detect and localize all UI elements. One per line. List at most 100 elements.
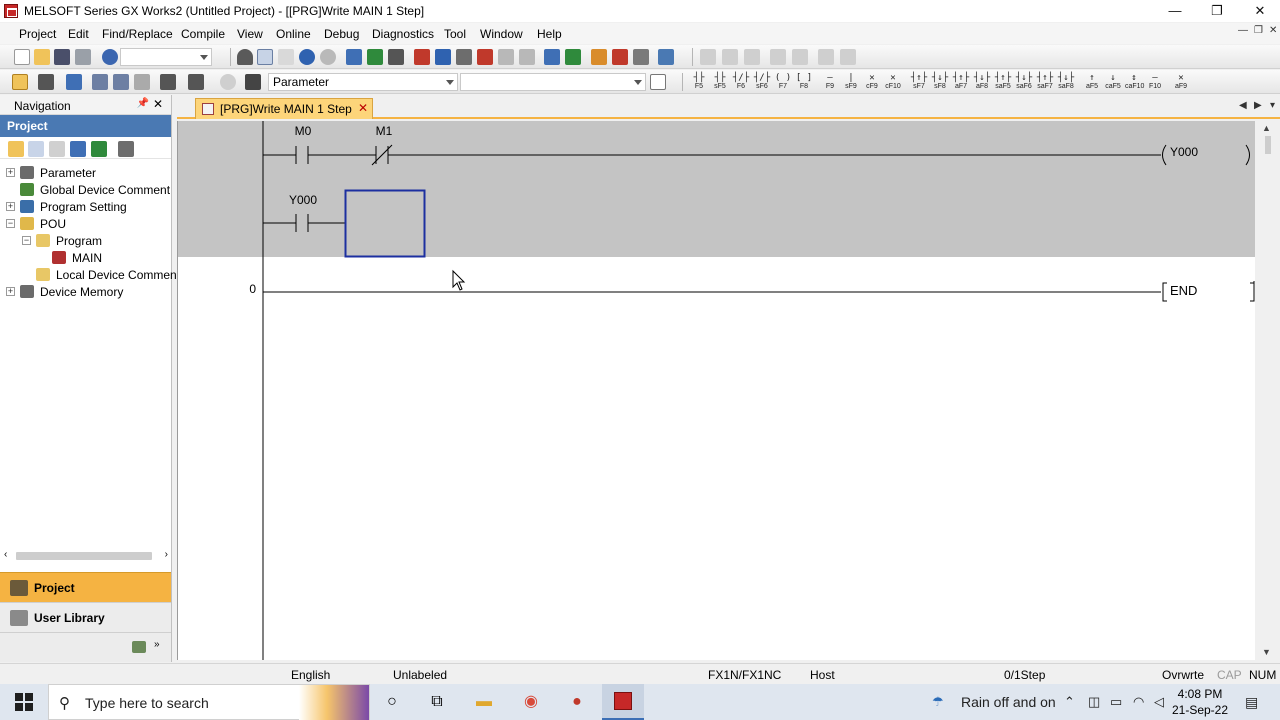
zoom-icon[interactable] xyxy=(160,74,176,90)
menu-diagnostics[interactable]: Diagnostics xyxy=(372,27,434,41)
property-icon[interactable] xyxy=(70,141,86,157)
minimize-button[interactable]: — xyxy=(1155,0,1195,22)
menu-online[interactable]: Online xyxy=(276,27,311,41)
taskbar-search-box[interactable]: ⚲ Type here to search xyxy=(48,684,370,720)
tab-list-icon[interactable]: ▾ xyxy=(1270,100,1275,111)
menu-tool[interactable]: Tool xyxy=(444,27,466,41)
watch-icon[interactable] xyxy=(612,49,628,65)
tab-prg-write-main[interactable]: [PRG]Write MAIN 1 Step ✕ xyxy=(195,98,373,119)
ladder-symbol-button[interactable]: ✕ aF9 xyxy=(1172,73,1190,91)
ladder-symbol-button[interactable]: ┤↓├ saF6 xyxy=(1015,73,1033,91)
ladder-symbol-button[interactable]: — F10 xyxy=(1146,73,1164,91)
ladder-symbol-button[interactable]: ┤↑├ saF5 xyxy=(994,73,1012,91)
mdi-close-icon[interactable]: ✕ xyxy=(1269,25,1277,36)
menu-compile[interactable]: Compile xyxy=(181,27,225,41)
paste-icon[interactable] xyxy=(278,49,294,65)
ladder-symbol-button[interactable]: ✕ cF10 xyxy=(884,73,902,91)
scroll-up-icon[interactable]: ▲ xyxy=(1262,123,1271,133)
close-button[interactable]: ✕ xyxy=(1240,0,1280,22)
navigation-horizontal-scrollbar[interactable]: ‹ › xyxy=(4,549,168,563)
pane-button-project[interactable]: Project xyxy=(0,572,171,602)
ladder-editor[interactable]: M0 M1 Y000 Y000 0 END xyxy=(177,121,1255,660)
tab-scroll-left-icon[interactable]: ◀ xyxy=(1239,100,1247,111)
ladder-symbol-button[interactable]: ┤↑├ sF7 xyxy=(910,73,928,91)
ladder-symbol-button[interactable]: ┤├ sF5 xyxy=(711,73,729,91)
toolbar-combo-1[interactable] xyxy=(120,48,212,66)
scrollbar-thumb[interactable] xyxy=(16,552,152,560)
settings-dropdown-icon[interactable] xyxy=(118,141,134,157)
ladder-symbol-button[interactable]: — F9 xyxy=(821,73,839,91)
menu-edit[interactable]: Edit xyxy=(68,27,89,41)
refresh-icon[interactable] xyxy=(91,141,107,157)
configure-panes-icon[interactable] xyxy=(132,641,146,653)
scroll-left-icon[interactable]: ‹ xyxy=(4,549,7,560)
file-explorer-icon[interactable]: ▬ xyxy=(473,692,495,712)
chrome-icon[interactable]: ◉ xyxy=(520,692,542,712)
window-icon[interactable] xyxy=(66,74,82,90)
ladder-symbol-button[interactable]: ↓ caF5 xyxy=(1104,73,1122,91)
notifications-icon[interactable]: ▤ xyxy=(1245,694,1258,711)
parameter-combo[interactable]: Parameter xyxy=(268,73,458,91)
ladder-symbol-button[interactable]: ┤↓├ saF8 xyxy=(1057,73,1075,91)
cut-icon[interactable] xyxy=(237,49,253,65)
navigation-toggle-icon[interactable] xyxy=(12,74,28,90)
wifi-icon[interactable]: ◠ xyxy=(1133,694,1144,710)
ladder-symbol-button[interactable]: [ ] F8 xyxy=(795,73,813,91)
screen-recorder-icon[interactable]: ● xyxy=(566,692,588,712)
verify-icon[interactable] xyxy=(456,49,472,65)
diagnostics-icon[interactable] xyxy=(633,49,649,65)
collapse-icon[interactable]: − xyxy=(22,236,31,245)
entry-monitor-icon[interactable] xyxy=(591,49,607,65)
monitor-icon[interactable] xyxy=(477,49,493,65)
find-instruction-icon[interactable] xyxy=(367,49,383,65)
scroll-right-icon[interactable]: › xyxy=(165,549,168,560)
scrollbar-thumb[interactable] xyxy=(1265,136,1271,154)
expand-icon[interactable]: + xyxy=(6,202,15,211)
collapse-icon[interactable]: − xyxy=(6,219,15,228)
delete-data-icon[interactable] xyxy=(49,141,65,157)
help-icon[interactable] xyxy=(102,49,118,65)
menu-project[interactable]: Project xyxy=(19,27,56,41)
device-comment-icon[interactable] xyxy=(113,74,129,90)
device-test-icon[interactable] xyxy=(565,49,581,65)
monitor-stop-icon[interactable] xyxy=(498,49,514,65)
ladder-symbol-button[interactable]: ✕ cF9 xyxy=(863,73,881,91)
pane-button-user-library[interactable]: User Library xyxy=(0,602,171,632)
ladder-symbol-button[interactable]: ┤↓├ aF8 xyxy=(973,73,991,91)
device-list-icon[interactable] xyxy=(92,74,108,90)
read-from-plc-icon[interactable] xyxy=(435,49,451,65)
gxworks-taskbar-button[interactable] xyxy=(602,684,644,720)
print-icon[interactable] xyxy=(75,49,91,65)
ladder-symbol-button[interactable]: | sF9 xyxy=(842,73,860,91)
copy-icon[interactable] xyxy=(257,49,273,65)
menu-find-replace[interactable]: Find/Replace xyxy=(102,27,173,41)
pin-icon[interactable]: 📌 xyxy=(137,98,149,109)
weather-text[interactable]: Rain off and on xyxy=(961,694,1056,710)
expand-icon[interactable]: + xyxy=(6,168,15,177)
mdi-restore-icon[interactable]: ❐ xyxy=(1254,25,1263,36)
task-view-icon[interactable]: ⧉ xyxy=(426,692,448,712)
ladder-symbol-button[interactable]: ┤↑├ saF7 xyxy=(1036,73,1054,91)
menu-debug[interactable]: Debug xyxy=(324,27,359,41)
ladder-symbol-button[interactable]: ┤↓├ sF8 xyxy=(931,73,949,91)
expand-icon[interactable]: + xyxy=(6,287,15,296)
scroll-down-icon[interactable]: ▼ xyxy=(1262,647,1271,657)
zoom-search-icon[interactable] xyxy=(188,74,204,90)
close-icon[interactable]: ✕ xyxy=(153,97,163,111)
gxworks-app-icon[interactable] xyxy=(4,4,18,18)
ladder-symbol-button[interactable]: ↑ aF5 xyxy=(1083,73,1101,91)
redo-icon[interactable] xyxy=(320,49,336,65)
ladder-symbol-button[interactable]: ↕ caF10 xyxy=(1125,73,1144,91)
ladder-symbol-button[interactable]: ┤/├ F6 xyxy=(732,73,750,91)
parameter-icon[interactable] xyxy=(38,74,54,90)
tab-scroll-right-icon[interactable]: ▶ xyxy=(1254,100,1262,111)
write-to-plc-icon[interactable] xyxy=(414,49,430,65)
chevron-down-icon[interactable]: » xyxy=(154,639,160,650)
device-search-icon[interactable] xyxy=(346,49,362,65)
windows-start-icon[interactable] xyxy=(15,693,33,711)
new-file-icon[interactable] xyxy=(14,49,30,65)
mdi-minimize-icon[interactable]: — xyxy=(1238,25,1248,36)
menu-view[interactable]: View xyxy=(237,27,263,41)
maximize-button[interactable]: ❐ xyxy=(1197,0,1237,22)
document-icon[interactable] xyxy=(650,74,666,90)
